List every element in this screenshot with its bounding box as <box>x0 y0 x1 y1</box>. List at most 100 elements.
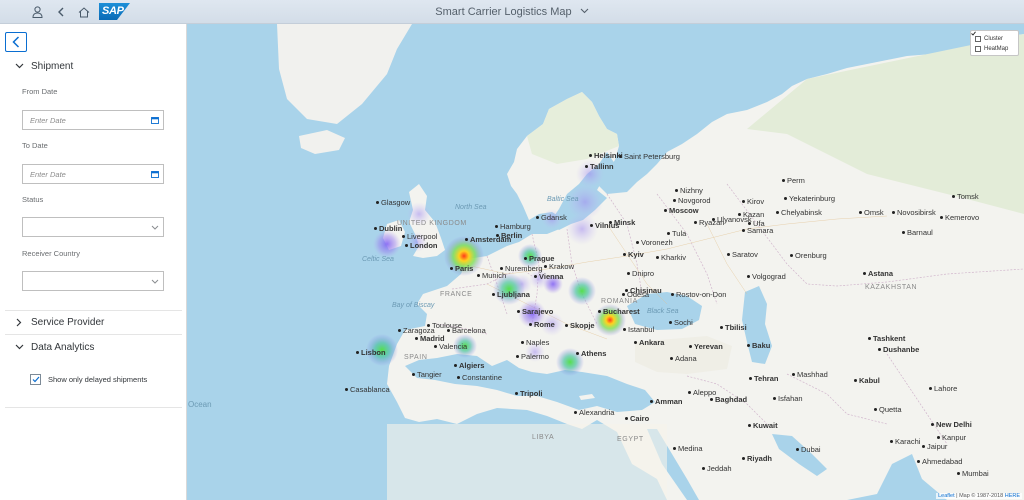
city-label: Algiers <box>459 361 485 370</box>
city-label: Moscow <box>669 206 699 215</box>
ocean-label: Ocean <box>188 400 212 409</box>
country-label: EGYPT <box>617 436 644 443</box>
city-marker <box>673 199 676 202</box>
calendar-icon[interactable] <box>147 116 163 124</box>
country-label: SPAIN <box>404 354 428 361</box>
heatmap-checkbox[interactable] <box>971 31 981 52</box>
city-marker <box>576 352 579 355</box>
data-analytics-section-header[interactable]: Data Analytics <box>0 336 187 358</box>
city-label: Vilnius <box>595 221 620 230</box>
city-marker <box>747 344 750 347</box>
to-date-field[interactable]: Enter Date <box>22 164 164 184</box>
country-label: LIBYA <box>532 434 555 441</box>
city-marker <box>874 408 877 411</box>
city-label: Valencia <box>439 342 468 351</box>
city-label: Kharkiv <box>661 253 687 262</box>
service-provider-section-label: Service Provider <box>31 316 105 328</box>
city-marker <box>742 457 745 460</box>
app-title: Smart Carrier Logistics Map <box>435 6 572 18</box>
city-marker <box>457 376 460 379</box>
city-label: Rostov-on-Don <box>676 290 727 299</box>
data-analytics-section-label: Data Analytics <box>31 341 95 353</box>
city-label: Istanbul <box>628 325 655 334</box>
shipment-section-label: Shipment <box>31 60 74 72</box>
chevron-down-icon <box>580 5 589 17</box>
city-marker <box>574 411 577 414</box>
city-marker <box>623 328 626 331</box>
map-basemap <box>277 24 1024 500</box>
chevron-down-icon <box>12 63 26 69</box>
city-marker <box>929 387 932 390</box>
cluster-checkbox[interactable] <box>975 36 981 42</box>
divider <box>5 407 182 408</box>
shipment-section-header[interactable]: Shipment <box>0 55 187 77</box>
heatmap-toggle[interactable]: HeatMap <box>971 31 1014 54</box>
cluster-toggle[interactable]: Cluster <box>975 34 1014 44</box>
city-marker <box>536 216 539 219</box>
sea-label: Black Sea <box>647 308 679 315</box>
city-marker <box>434 345 437 348</box>
delayed-shipments-option[interactable]: Show only delayed shipments <box>30 374 147 385</box>
city-marker <box>650 400 653 403</box>
city-label: Chelyabinsk <box>781 208 822 217</box>
delayed-shipments-checkbox[interactable] <box>30 374 41 385</box>
city-marker <box>356 351 359 354</box>
city-label: Tallinn <box>590 162 614 171</box>
city-label: Quetta <box>879 405 902 414</box>
city-marker <box>902 231 905 234</box>
city-marker <box>500 267 503 270</box>
city-marker <box>590 224 593 227</box>
city-marker <box>412 373 415 376</box>
city-marker <box>402 235 405 238</box>
chevron-down-icon <box>12 344 26 350</box>
city-label: Samara <box>747 226 774 235</box>
city-label: Kanpur <box>942 433 967 442</box>
city-label: Voronezh <box>641 238 673 247</box>
city-label: Palermo <box>521 352 549 361</box>
city-marker <box>742 200 745 203</box>
city-marker <box>669 321 672 324</box>
city-marker <box>940 216 943 219</box>
receiver-country-select[interactable] <box>22 271 164 291</box>
city-label: Sochi <box>674 318 693 327</box>
city-marker <box>712 218 715 221</box>
city-marker <box>937 436 940 439</box>
city-marker <box>670 357 673 360</box>
city-label: Novosibirsk <box>897 208 936 217</box>
collapse-panel-button[interactable] <box>5 32 27 52</box>
chevron-down-icon[interactable] <box>147 279 163 284</box>
status-select[interactable] <box>22 217 164 237</box>
city-marker <box>598 310 601 313</box>
leaflet-link[interactable]: Leaflet <box>938 493 955 499</box>
city-marker <box>376 201 379 204</box>
city-marker <box>623 253 626 256</box>
chevron-down-icon[interactable] <box>147 225 163 230</box>
map-attribution: Leaflet | Map © 1987-2018 HERE <box>936 493 1022 499</box>
from-date-field[interactable]: Enter Date <box>22 110 164 130</box>
city-marker <box>675 189 678 192</box>
city-marker <box>398 329 401 332</box>
map-canvas[interactable]: Saint Petersburg Helsinki Tallinn Nizhny Nov… <box>187 24 1024 500</box>
city-marker <box>524 257 527 260</box>
service-provider-section-header[interactable]: Service Provider <box>0 311 187 333</box>
city-marker <box>859 211 862 214</box>
city-label: Jaipur <box>927 442 948 451</box>
country-label: ROMANIA <box>601 298 638 305</box>
sea-label: Baltic Sea <box>547 196 579 203</box>
calendar-icon[interactable] <box>147 170 163 178</box>
city-marker <box>345 388 348 391</box>
country-label: FRANCE <box>440 291 473 298</box>
city-marker <box>742 229 745 232</box>
city-label: Ahmedabad <box>922 457 963 466</box>
city-label: Ankara <box>639 338 665 347</box>
city-label: Astana <box>868 269 894 278</box>
city-label: Dushanbe <box>883 345 920 354</box>
city-label: Kemerovo <box>945 213 980 222</box>
city-marker <box>957 472 960 475</box>
iceland-land <box>299 130 345 154</box>
app-title-menu[interactable]: Smart Carrier Logistics Map <box>0 5 1024 18</box>
city-label: Tula <box>672 229 687 238</box>
city-label: Karachi <box>895 437 921 446</box>
city-label: Isfahan <box>778 394 803 403</box>
here-link[interactable]: HERE <box>1005 493 1020 499</box>
